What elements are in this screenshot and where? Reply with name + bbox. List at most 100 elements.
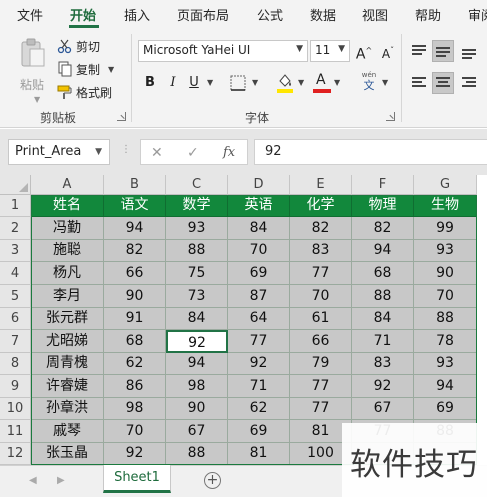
font-color-dropdown-icon[interactable]: ▼ (334, 78, 340, 87)
table-cell[interactable]: 69 (414, 398, 477, 420)
table-cell[interactable]: 82 (352, 217, 414, 240)
table-cell[interactable]: 64 (228, 308, 290, 330)
table-cell[interactable]: 88 (166, 240, 228, 262)
cancel-icon[interactable]: ✕ (151, 145, 163, 161)
menu-formulas[interactable]: 公式 (257, 5, 283, 24)
table-cell[interactable]: 孙章洪 (31, 398, 104, 420)
fill-color-icon[interactable] (276, 72, 294, 94)
sheet-tab-sheet1[interactable]: Sheet1 (103, 465, 171, 493)
table-cell[interactable]: 71 (352, 330, 414, 353)
table-cell[interactable]: 98 (166, 375, 228, 398)
align-middle-button[interactable] (432, 40, 454, 62)
menu-page-layout[interactable]: 页面布局 (177, 5, 229, 24)
scroll-left-icon[interactable]: ◀ (29, 475, 37, 486)
table-cell[interactable]: 79 (290, 353, 352, 375)
menu-data[interactable]: 数据 (310, 5, 336, 24)
spreadsheet-grid[interactable]: ABCDEFG12345678910111213姓名语文数学英语化学物理生物冯勤… (0, 175, 487, 485)
table-cell[interactable]: 83 (352, 353, 414, 375)
table-cell[interactable]: 许睿婕 (31, 375, 104, 398)
table-cell[interactable]: 94 (414, 375, 477, 398)
row-header-10[interactable]: 10 (0, 398, 31, 420)
underline-button[interactable]: U (184, 73, 204, 93)
table-cell[interactable]: 62 (104, 353, 166, 375)
font-name-select[interactable]: Microsoft YaHei UI ▼ (138, 40, 308, 62)
align-center-button[interactable] (432, 72, 454, 94)
table-cell[interactable]: 73 (166, 285, 228, 308)
paste-button[interactable]: 粘贴 ▼ (14, 36, 52, 104)
table-cell[interactable]: 84 (228, 217, 290, 240)
table-cell[interactable]: 84 (352, 308, 414, 330)
table-cell[interactable]: 88 (352, 285, 414, 308)
header-cell[interactable]: 生物 (414, 195, 477, 217)
row-header-9[interactable]: 9 (0, 375, 31, 398)
table-cell[interactable]: 77 (228, 330, 290, 353)
table-cell[interactable]: 90 (166, 398, 228, 420)
insert-function-icon[interactable]: fx (223, 145, 235, 160)
table-cell[interactable]: 戚琴 (31, 420, 104, 443)
row-header-7[interactable]: 7 (0, 330, 31, 353)
table-cell[interactable]: 李月 (31, 285, 104, 308)
align-top-button[interactable] (408, 40, 430, 62)
row-header-2[interactable]: 2 (0, 217, 31, 240)
table-cell[interactable]: 86 (104, 375, 166, 398)
table-cell[interactable]: 施聪 (31, 240, 104, 262)
drag-handle-icon[interactable]: ⋮ (121, 144, 131, 155)
column-header-c[interactable]: C (166, 175, 228, 195)
clipboard-launcher-icon[interactable] (117, 112, 126, 121)
bold-button[interactable]: B (140, 73, 160, 93)
row-header-11[interactable]: 11 (0, 420, 31, 443)
header-cell[interactable]: 姓名 (31, 195, 104, 217)
column-header-e[interactable]: E (290, 175, 352, 195)
phonetic-dropdown-icon[interactable]: ▼ (382, 78, 388, 87)
phonetic-button[interactable]: wén 文 (358, 71, 380, 95)
table-cell[interactable]: 70 (104, 420, 166, 443)
table-cell[interactable]: 尤昭娣 (31, 330, 104, 353)
font-launcher-icon[interactable] (386, 112, 395, 121)
row-header-4[interactable]: 4 (0, 262, 31, 285)
header-cell[interactable]: 语文 (104, 195, 166, 217)
menu-file[interactable]: 文件 (17, 5, 43, 24)
header-cell[interactable]: 英语 (228, 195, 290, 217)
underline-dropdown-icon[interactable]: ▼ (207, 78, 213, 87)
shrink-font-button[interactable]: Aˇ (378, 41, 398, 61)
add-sheet-button[interactable]: + (204, 472, 221, 489)
align-right-button[interactable] (458, 72, 480, 94)
table-cell[interactable]: 87 (228, 285, 290, 308)
row-header-6[interactable]: 6 (0, 308, 31, 330)
table-cell[interactable]: 91 (104, 308, 166, 330)
format-painter-button[interactable]: 格式刷 (57, 82, 112, 102)
column-header-d[interactable]: D (228, 175, 290, 195)
font-size-select[interactable]: 11 ▼ (310, 40, 350, 62)
table-cell[interactable]: 70 (414, 285, 477, 308)
table-cell[interactable]: 周青槐 (31, 353, 104, 375)
header-cell[interactable]: 物理 (352, 195, 414, 217)
table-cell[interactable]: 66 (290, 330, 352, 353)
table-cell[interactable]: 67 (352, 398, 414, 420)
align-bottom-button[interactable] (458, 40, 480, 62)
table-cell[interactable]: 77 (290, 262, 352, 285)
table-cell[interactable]: 71 (228, 375, 290, 398)
borders-dropdown-icon[interactable]: ▼ (252, 78, 258, 87)
fill-color-dropdown-icon[interactable]: ▼ (298, 78, 304, 87)
align-left-button[interactable] (408, 72, 430, 94)
menu-view[interactable]: 视图 (362, 5, 388, 24)
name-box[interactable]: Print_Area ▼ (8, 139, 110, 165)
header-cell[interactable]: 数学 (166, 195, 228, 217)
table-cell[interactable]: 70 (290, 285, 352, 308)
table-cell[interactable]: 70 (228, 240, 290, 262)
table-cell[interactable]: 94 (166, 353, 228, 375)
table-cell[interactable]: 92 (104, 443, 166, 465)
table-cell[interactable]: 84 (166, 308, 228, 330)
table-cell[interactable]: 67 (166, 420, 228, 443)
table-cell[interactable]: 81 (228, 443, 290, 465)
table-cell[interactable]: 68 (104, 330, 166, 353)
column-header-a[interactable]: A (31, 175, 104, 195)
table-cell[interactable]: 88 (166, 443, 228, 465)
table-cell[interactable]: 69 (228, 262, 290, 285)
table-cell[interactable]: 68 (352, 262, 414, 285)
table-cell[interactable]: 92 (228, 353, 290, 375)
table-cell[interactable]: 94 (352, 240, 414, 262)
table-cell[interactable]: 93 (414, 240, 477, 262)
enter-icon[interactable]: ✓ (187, 145, 199, 161)
table-cell[interactable]: 61 (290, 308, 352, 330)
